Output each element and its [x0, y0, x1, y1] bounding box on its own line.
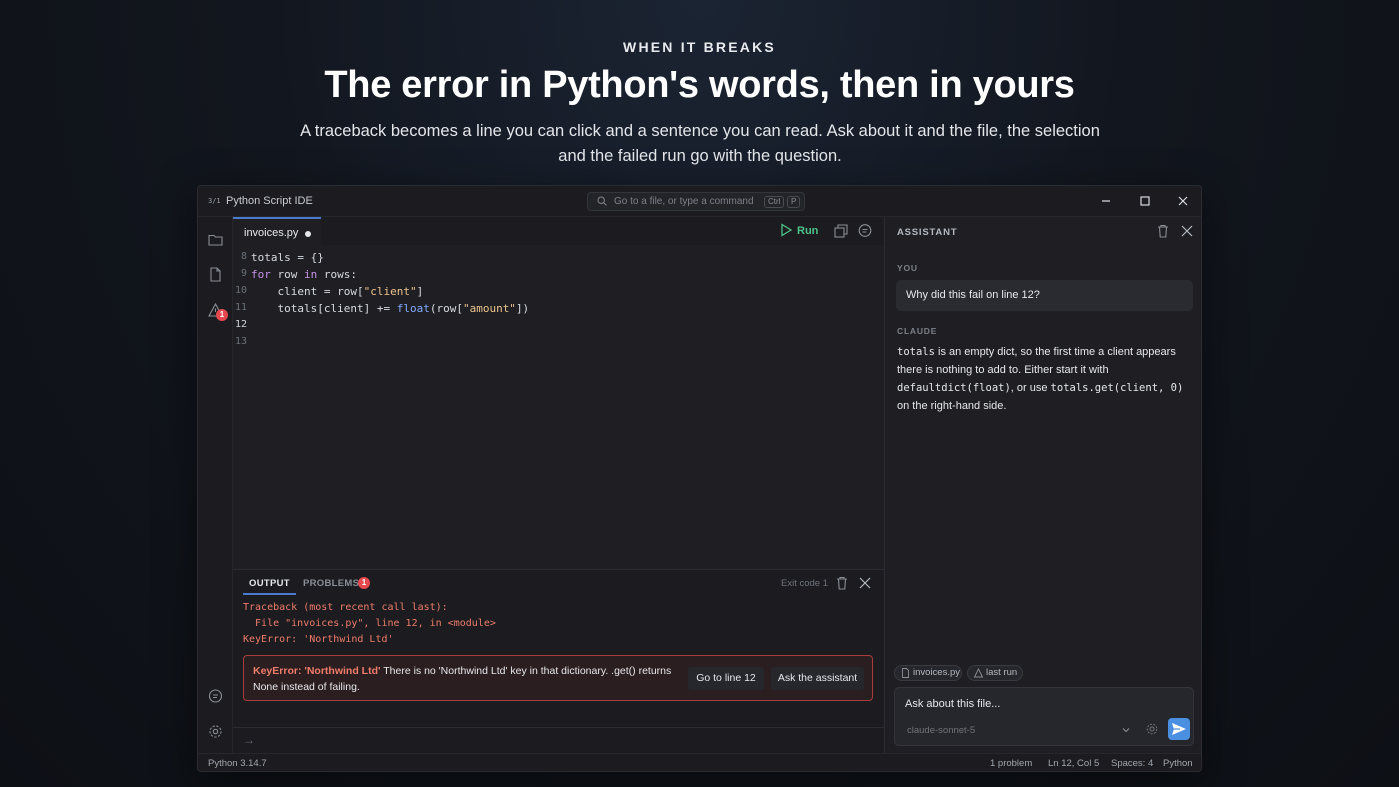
run-label: Run [797, 225, 819, 237]
chip-label: last run [986, 667, 1018, 678]
assistant-input[interactable]: Ask about this file... claude-sonnet-5 [894, 687, 1194, 746]
trash-icon[interactable] [1155, 223, 1171, 239]
code-line: 11 totals[client] += float(row["amount"]… [233, 300, 884, 317]
file-icon[interactable] [207, 266, 224, 283]
play-icon [781, 223, 792, 237]
code-text: totals[client] += float(row["amount"]) [251, 302, 530, 315]
eyebrow: WHEN IT BREAKS [623, 39, 776, 55]
unsaved-dot-icon [305, 231, 311, 237]
assistant-title: ASSISTANT [897, 227, 958, 238]
tab-invoices-py[interactable]: invoices.py [233, 217, 321, 245]
close-icon[interactable] [1175, 193, 1191, 209]
search-icon [597, 196, 607, 206]
chip-label: invoices.py [913, 667, 960, 678]
terminal-prompt[interactable]: → [233, 727, 884, 753]
file-icon [902, 668, 909, 678]
user-question: Why did this fail on line 12? [896, 280, 1193, 311]
code-text: totals = {} [251, 251, 324, 264]
context-chip-file[interactable]: invoices.py [894, 665, 962, 681]
you-label: YOU [897, 263, 918, 273]
assistant-answer: totals is an empty dict, so the first ti… [897, 343, 1193, 415]
claude-label: CLAUDE [897, 326, 938, 336]
chat-icon[interactable] [207, 688, 224, 705]
folder-icon[interactable] [207, 231, 224, 248]
language-mode[interactable]: Python [1163, 758, 1193, 769]
python-version[interactable]: Python 3.14.7 [208, 758, 267, 769]
close-panel-icon[interactable] [857, 575, 873, 591]
answer-text: on the right-hand side. [897, 400, 1007, 412]
editor-tab-bar: invoices.py Run [233, 217, 884, 245]
problems-count[interactable]: 1 problem [990, 758, 1032, 769]
split-editor-icon[interactable] [833, 223, 849, 239]
code-line: 9 for row in rows: [233, 266, 884, 283]
answer-text: , or use [1010, 382, 1051, 394]
code-text: client = row["client"] [251, 285, 424, 298]
problems-count-badge: 1 [216, 309, 228, 321]
traceback-line: Traceback (most recent call last): [243, 602, 448, 613]
title-bar: 3/1 Python Script IDE Go to a file, or t… [198, 186, 1201, 217]
code-line: 13 [233, 334, 884, 351]
input-placeholder: Ask about this file... [905, 698, 1001, 710]
answer-code: defaultdict(float) [897, 382, 1011, 394]
code-line: 10 client = row["client"] [233, 283, 884, 300]
headline: The error in Python's words, then in you… [324, 64, 1075, 106]
go-to-line-button[interactable]: Go to line 12 [688, 667, 764, 690]
model-selector[interactable]: claude-sonnet-5 [907, 725, 975, 736]
shortcut-key-p: P [787, 196, 801, 208]
code-area[interactable]: 8 totals = {} 9 for row in rows: 10 clie… [233, 247, 884, 567]
line-number: 10 [234, 285, 247, 296]
chevron-down-icon[interactable] [1121, 726, 1131, 734]
close-assistant-icon[interactable] [1179, 223, 1195, 239]
error-explanation-box: KeyError: 'Northwind Ltd' There is no 'N… [243, 655, 873, 701]
error-message: KeyError: 'Northwind Ltd' There is no 'N… [253, 663, 673, 695]
trash-icon[interactable] [834, 575, 850, 591]
problems-tab-badge: 1 [358, 577, 370, 589]
answer-code: totals.get(client, 0) [1050, 382, 1184, 394]
ide-window: 3/1 Python Script IDE Go to a file, or t… [197, 185, 1202, 772]
code-line: 8 totals = {} [233, 249, 884, 266]
app-icon: 3/1 [208, 197, 221, 205]
exit-code: Exit code 1 [781, 578, 828, 589]
line-number: 12 [234, 319, 247, 330]
settings-icon[interactable] [207, 723, 224, 740]
indent-setting[interactable]: Spaces: 4 [1111, 758, 1153, 769]
editor: invoices.py Run 8 totals = {} 9 for row … [233, 217, 884, 569]
shortcut-key-ctrl: Ctrl [764, 196, 785, 208]
command-search[interactable]: Go to a file, or type a command Ctrl P [587, 192, 805, 211]
minimize-icon[interactable] [1098, 193, 1114, 209]
app-title: Python Script IDE [226, 195, 313, 207]
line-number: 13 [234, 336, 247, 347]
line-number: 9 [240, 268, 247, 279]
context-chip-last-run[interactable]: last run [967, 665, 1023, 681]
answer-text: is an empty dict, so the first time a cl… [897, 346, 1176, 376]
line-number: 11 [234, 302, 247, 313]
code-line: 12 [233, 317, 884, 334]
traceback-line: KeyError: 'Northwind Ltd' [243, 634, 394, 645]
error-title: KeyError: 'Northwind Ltd' [253, 665, 381, 677]
subline: A traceback becomes a line you can click… [300, 122, 1100, 165]
code-text: for row in rows: [251, 268, 357, 281]
ask-about-file-icon[interactable] [857, 223, 873, 239]
traceback-line[interactable]: File "invoices.py", line 12, in <module> [243, 618, 496, 629]
warning-icon [974, 668, 983, 678]
send-button[interactable] [1168, 718, 1190, 740]
tab-output[interactable]: OUTPUT [243, 578, 296, 595]
maximize-icon[interactable] [1137, 193, 1153, 209]
command-placeholder: Go to a file, or type a command [614, 196, 754, 207]
cursor-position[interactable]: Ln 12, Col 5 [1048, 758, 1099, 769]
line-number: 8 [240, 251, 247, 262]
tab-label: invoices.py [244, 227, 299, 239]
tab-problems[interactable]: PROBLEMS [303, 578, 359, 589]
activity-bar: 1 [198, 217, 233, 753]
ask-assistant-button[interactable]: Ask the assistant [771, 667, 864, 690]
settings-icon[interactable] [1145, 722, 1159, 736]
prompt-arrow-icon: → [243, 733, 255, 747]
output-panel: OUTPUT PROBLEMS 1 Exit code 1 Traceback … [233, 569, 884, 753]
send-icon [1172, 723, 1186, 735]
answer-code: totals [897, 346, 935, 358]
status-bar: Python 3.14.7 1 problem Ln 12, Col 5 Spa… [198, 753, 1201, 771]
assistant-panel: ASSISTANT YOU Why did this fail on line … [885, 217, 1201, 753]
